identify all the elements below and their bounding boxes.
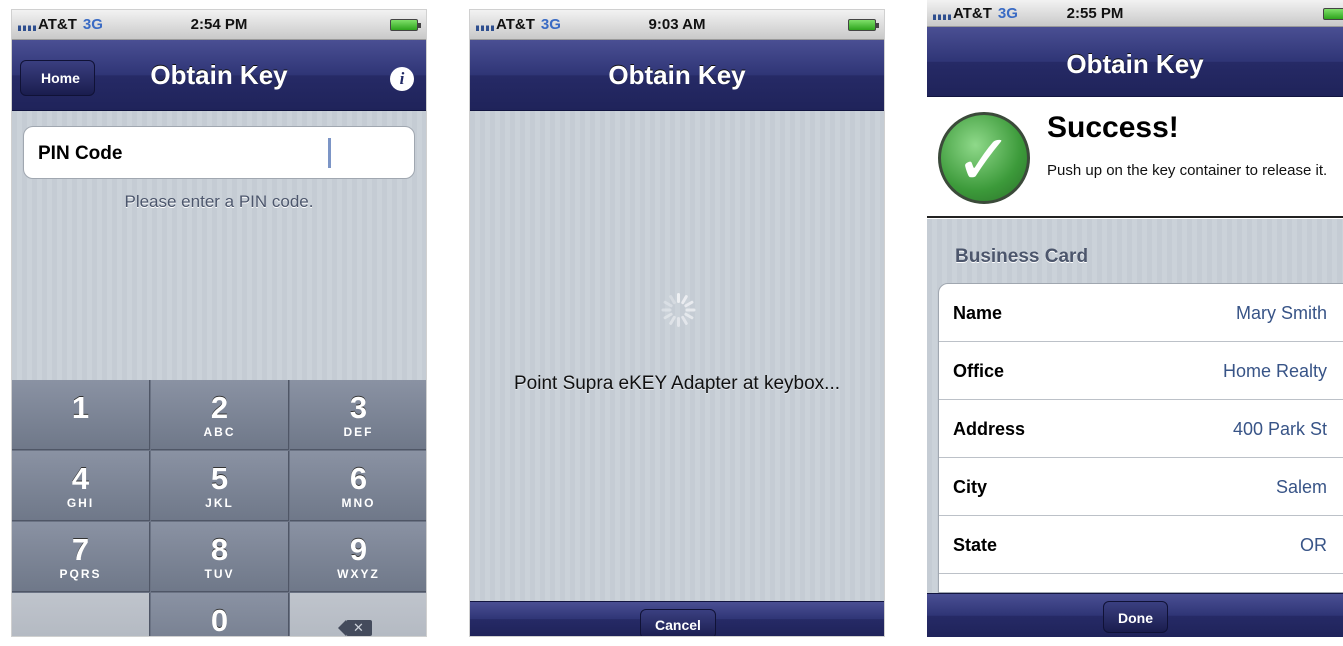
delete-key[interactable]: ✕ — [290, 593, 426, 636]
key-4[interactable]: 4 GHI — [12, 451, 150, 521]
key-7[interactable]: 7 PQRS — [12, 522, 150, 592]
pin-code-label: PIN Code — [38, 143, 123, 164]
field-value: 400 Park St — [1232, 419, 1327, 439]
key-letters: ABC — [203, 425, 236, 439]
nav-bar: Obtain Key — [927, 27, 1343, 97]
key-number: 6 — [349, 461, 368, 496]
field-label: Address — [953, 419, 1026, 439]
bottom-toolbar: Cancel — [470, 601, 884, 636]
success-panel: Success! Push up on the key container to… — [927, 97, 1343, 218]
key-letters: DEF — [343, 425, 374, 439]
table-row-city[interactable]: City Salem — [939, 458, 1343, 516]
key-number: 0 — [210, 603, 229, 637]
key-0[interactable]: 0 — [151, 593, 289, 637]
checkmark-icon — [938, 112, 1030, 204]
key-letters: JKL — [205, 496, 234, 510]
section-header-business-card: Business Card — [955, 246, 1089, 267]
key-letters: PQRS — [59, 567, 102, 581]
key-letters: WXYZ — [337, 567, 380, 581]
key-9[interactable]: 9 WXYZ — [290, 522, 426, 592]
backspace-icon: ✕ — [337, 620, 372, 636]
content-background — [470, 111, 884, 603]
key-number: 3 — [349, 390, 368, 425]
key-number: 9 — [349, 532, 368, 567]
pin-entry-screen: AT&T 3G 2:54 PM Home Obtain Key i PIN Cod… — [11, 9, 427, 637]
key-number: 4 — [71, 461, 90, 496]
field-label: Office — [953, 361, 1005, 381]
field-value: Salem — [1275, 477, 1327, 497]
loading-spinner-icon — [661, 293, 696, 327]
key-5[interactable]: 5 JKL — [151, 451, 289, 521]
field-value: OR — [1300, 535, 1327, 555]
status-bar: AT&T 3G 2:55 PM — [927, 0, 1343, 27]
nav-bar: Obtain Key — [470, 40, 884, 111]
field-value: Mary Smith — [1235, 303, 1327, 323]
field-value: Home Realty — [1222, 361, 1327, 381]
key-letters: TUV — [204, 567, 235, 581]
nav-title: Obtain Key — [150, 60, 288, 90]
connecting-screen: AT&T 3G 9:03 AM Obtain Key Point Supra eK… — [469, 9, 885, 637]
key-1[interactable]: 1 — [12, 380, 150, 450]
key-number: 5 — [210, 461, 229, 496]
key-number: 7 — [71, 532, 90, 567]
status-message: Point Supra eKEY Adapter at keybox... — [513, 373, 841, 394]
bottom-toolbar: Done — [927, 593, 1343, 637]
key-number: 1 — [71, 390, 90, 425]
key-blank — [12, 593, 150, 636]
battery-icon — [848, 19, 879, 31]
key-number: 8 — [210, 532, 229, 567]
table-row-address[interactable]: Address 400 Park St — [939, 400, 1343, 458]
battery-icon — [1323, 8, 1343, 20]
nav-title: Obtain Key — [608, 60, 746, 90]
field-label: Name — [953, 303, 1003, 323]
key-number: 2 — [210, 390, 229, 425]
status-time: 9:03 AM — [648, 16, 706, 33]
numeric-keypad: 1 2 ABC 3 DEF 4 GHI 5 JKL 6 MNO 7 PQRS 8 TUV 9W… — [12, 380, 426, 637]
cancel-button[interactable]: Cancel — [640, 609, 716, 636]
business-card-table: Name Mary Smith Office Home Realty Address… — [938, 283, 1343, 593]
status-time: 2:54 PM — [190, 16, 248, 33]
pin-hint: Please enter a PIN code. — [124, 192, 314, 211]
success-screen: AT&T3G 2:55 PM Obtain Key Success! Push … — [927, 0, 1343, 637]
key-3[interactable]: 3 DEF — [290, 380, 426, 450]
field-label: State — [953, 535, 998, 555]
table-row-state[interactable]: State OR — [939, 516, 1343, 574]
text-cursor — [328, 138, 331, 168]
key-letters: MNO — [341, 496, 376, 510]
status-bar: AT&T 3G 2:54 PM — [12, 10, 426, 40]
table-row-office[interactable]: Office Home Realty — [939, 342, 1343, 400]
field-label: City — [953, 477, 988, 497]
success-heading: Success! — [1047, 111, 1179, 144]
key-2[interactable]: 2 ABC — [151, 380, 289, 450]
key-8[interactable]: 8 TUV — [151, 522, 289, 592]
done-button[interactable]: Done — [1103, 601, 1168, 633]
key-6[interactable]: 6 MNO — [290, 451, 426, 521]
status-bar: AT&T 3G 9:03 AM — [470, 10, 884, 40]
info-icon[interactable]: i — [390, 67, 414, 91]
nav-bar: Home Obtain Key i — [12, 40, 426, 111]
pin-code-input[interactable]: PIN Code — [23, 126, 415, 179]
success-message: Push up on the key container to release … — [1047, 162, 1328, 179]
key-letters: GHI — [66, 496, 95, 510]
nav-title: Obtain Key — [1066, 49, 1204, 79]
status-time: 2:55 PM — [1066, 5, 1124, 22]
table-row-name[interactable]: Name Mary Smith — [939, 284, 1343, 342]
battery-icon — [390, 19, 421, 31]
